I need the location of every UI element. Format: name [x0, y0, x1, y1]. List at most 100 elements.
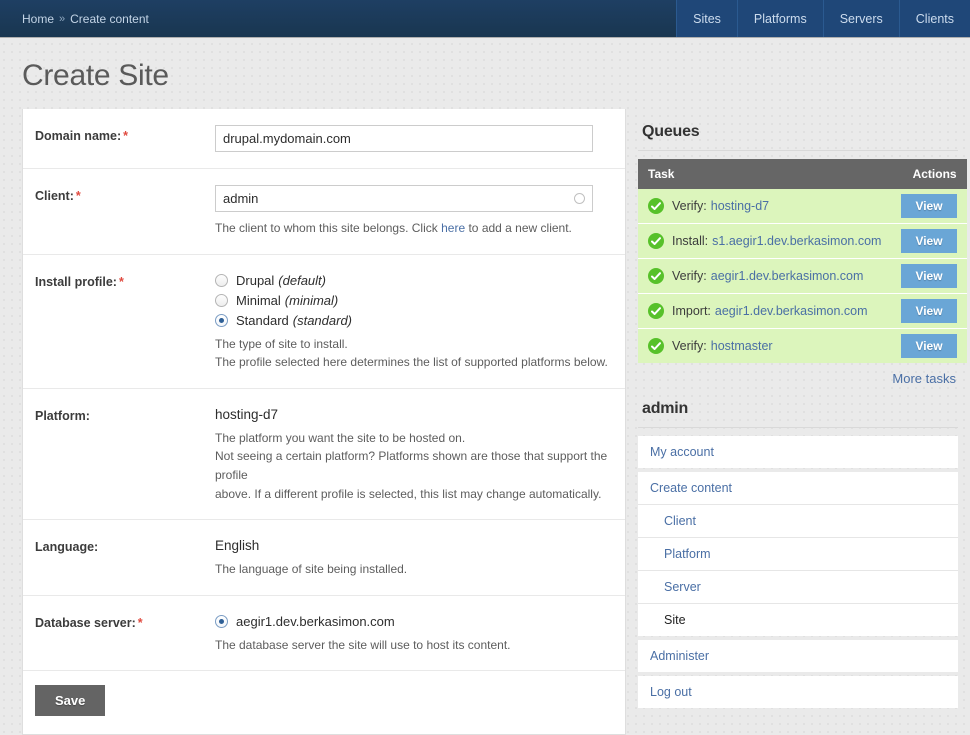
queue-task-target[interactable]: s1.aegir1.dev.berkasimon.com — [712, 234, 881, 248]
label-client-text: Client: — [35, 189, 74, 203]
radio-option-standard-name: Standard — [236, 312, 289, 328]
field-client: The client to whom this site belongs. Cl… — [215, 185, 611, 238]
menu-item-log-out[interactable]: Log out — [638, 676, 958, 708]
radio-icon[interactable] — [215, 293, 228, 307]
check-circle-icon — [648, 338, 664, 354]
field-database-server: aegir1.dev.berkasimon.com The database s… — [215, 612, 611, 655]
table-row: Verify: hostmaster View — [638, 328, 967, 363]
radio-option-standard[interactable]: Standard (standard) — [215, 313, 611, 328]
radio-option-standard-machine: (standard) — [292, 312, 353, 328]
view-button[interactable]: View — [901, 194, 957, 218]
queues-column-task: Task — [638, 159, 892, 189]
queue-task-cell: Install: s1.aegir1.dev.berkasimon.com — [638, 223, 892, 259]
queue-task-target[interactable]: hostmaster — [711, 339, 773, 353]
list-item: My account — [638, 436, 958, 468]
form-row-platform: Platform: hosting-d7 The platform you wa… — [23, 389, 625, 521]
queue-actions-cell: View — [891, 223, 967, 259]
breadcrumb-item-create-content[interactable]: Create content — [70, 12, 149, 26]
queue-actions-cell: View — [891, 328, 967, 363]
platform-value: hosting-d7 — [215, 406, 279, 422]
platform-description: The platform you want the site to be hos… — [215, 429, 611, 503]
domain-name-input[interactable] — [215, 125, 593, 152]
menu-item-client[interactable]: Client — [638, 505, 958, 537]
nav-item-servers[interactable]: Servers — [822, 0, 899, 37]
radio-icon-selected[interactable] — [215, 313, 228, 327]
client-input[interactable] — [215, 185, 593, 212]
form-row-client: Client:* The client to whom this site be… — [23, 169, 625, 255]
view-button[interactable]: View — [901, 229, 957, 253]
platform-description-line2: Not seeing a certain platform? Platforms… — [215, 449, 608, 482]
page-title: Create Site — [22, 59, 169, 92]
install-profile-description: The type of site to install. The profile… — [215, 335, 611, 372]
nav-item-sites[interactable]: Sites — [676, 0, 737, 37]
label-install-profile-text: Install profile: — [35, 274, 117, 289]
queues-table: Task Actions Verify: hosting-d7 View Ins… — [638, 159, 967, 363]
label-client: Client: * — [35, 185, 215, 203]
menu-item-my-account[interactable]: My account — [638, 436, 958, 468]
user-menu-block: admin My account Create content Client P… — [638, 400, 958, 708]
client-description-before: The client to whom this site belongs. Cl… — [215, 221, 442, 235]
list-item: Administer — [638, 640, 958, 672]
queues-title: Queues — [642, 123, 700, 140]
check-circle-icon — [648, 268, 664, 284]
label-language-text: Language: — [35, 540, 99, 555]
radio-option-minimal[interactable]: Minimal (minimal) — [215, 293, 611, 308]
menu-item-administer[interactable]: Administer — [638, 640, 958, 672]
table-row: Verify: hosting-d7 View — [638, 189, 967, 224]
queue-task-cell: Verify: hostmaster — [638, 328, 892, 363]
menu-item-server[interactable]: Server — [638, 571, 958, 603]
queue-task-target[interactable]: aegir1.dev.berkasimon.com — [715, 304, 868, 318]
view-button[interactable]: View — [901, 264, 957, 288]
view-button[interactable]: View — [901, 299, 957, 323]
queue-task-op: Import: — [672, 304, 711, 318]
queues-table-head: Task Actions — [638, 159, 967, 189]
radio-icon-selected[interactable] — [215, 614, 228, 628]
language-value: English — [215, 538, 260, 554]
database-server-radio-group: aegir1.dev.berkasimon.com — [215, 614, 611, 629]
required-marker: * — [123, 129, 129, 143]
label-domain-name-text: Domain name: — [35, 129, 122, 143]
more-tasks-link[interactable]: More tasks — [638, 371, 958, 386]
platform-description-line3: above. If a different profile is selecte… — [215, 486, 602, 501]
queue-task-target[interactable]: hosting-d7 — [711, 199, 769, 213]
field-language: English The language of site being insta… — [215, 536, 611, 579]
queue-task-target[interactable]: aegir1.dev.berkasimon.com — [711, 269, 864, 283]
nav-item-clients[interactable]: Clients — [898, 0, 970, 37]
required-marker: * — [75, 189, 81, 203]
radio-option-drupal[interactable]: Drupal (default) — [215, 273, 611, 288]
queue-task-op: Verify: — [672, 269, 707, 283]
queue-actions-cell: View — [891, 189, 967, 224]
label-platform-text: Platform: — [35, 408, 90, 423]
breadcrumb-item-home[interactable]: Home — [22, 12, 54, 26]
form-actions: Save — [23, 671, 625, 734]
form-row-install-profile: Install profile: * Drupal (default) Minim… — [23, 255, 625, 389]
radio-option-minimal-name: Minimal — [236, 292, 281, 308]
radio-option-drupal-name: Drupal — [236, 272, 275, 288]
view-button[interactable]: View — [901, 334, 957, 358]
required-marker: * — [137, 615, 143, 630]
table-row: Import: aegir1.dev.berkasimon.com View — [638, 293, 967, 329]
list-item: Site — [638, 603, 958, 636]
user-menu-divider — [638, 427, 958, 428]
menu-item-platform[interactable]: Platform — [638, 538, 958, 570]
radio-icon[interactable] — [215, 273, 228, 287]
user-menu-title: admin — [642, 400, 689, 417]
install-profile-description-line1: The type of site to install. — [215, 336, 348, 351]
menu-item-create-content[interactable]: Create content — [638, 472, 958, 504]
radio-option-aegir-db[interactable]: aegir1.dev.berkasimon.com — [215, 614, 611, 629]
save-button[interactable]: Save — [35, 685, 106, 717]
menu-item-site[interactable]: Site — [638, 604, 958, 636]
form-row-language: Language: English The language of site b… — [23, 520, 625, 596]
breadcrumb-separator: » — [59, 12, 66, 25]
queue-task-cell: Verify: aegir1.dev.berkasimon.com — [638, 258, 892, 294]
create-content-submenu: Client Platform Server Site — [638, 504, 958, 636]
list-item: Create content Client Platform Server Si… — [638, 472, 958, 636]
database-server-description: The database server the site will use to… — [215, 637, 511, 652]
nav-item-platforms[interactable]: Platforms — [736, 0, 823, 37]
add-new-client-link[interactable]: here — [441, 221, 465, 235]
radio-option-drupal-machine: (default) — [278, 272, 326, 288]
queues-table-body: Verify: hosting-d7 View Install: s1.aegi… — [638, 189, 967, 363]
queues-divider — [638, 150, 958, 151]
field-platform: hosting-d7 The platform you want the sit… — [215, 405, 611, 503]
label-install-profile: Install profile: * — [35, 271, 215, 289]
